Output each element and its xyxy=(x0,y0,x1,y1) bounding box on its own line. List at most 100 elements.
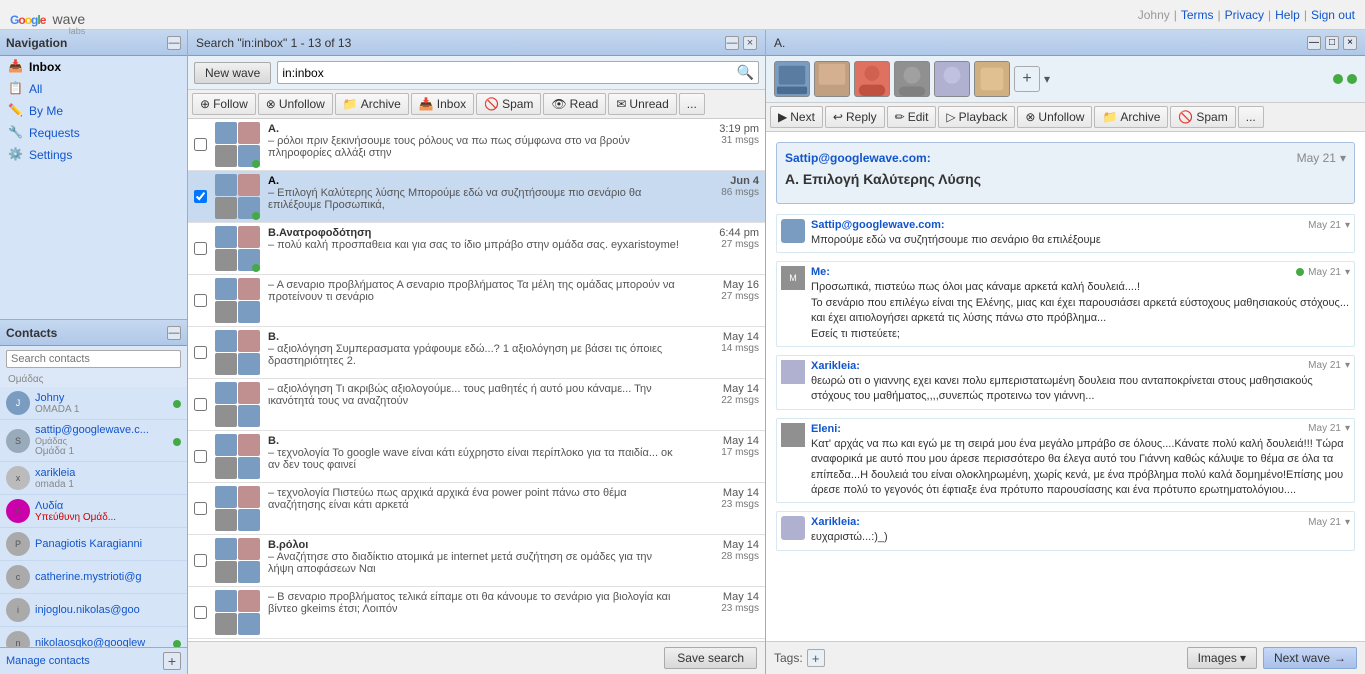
wave-checkbox[interactable] xyxy=(194,346,207,359)
list-item[interactable]: Λ Λυδία Υπεύθυνη Ομάδ... xyxy=(0,495,187,528)
table-row[interactable]: Β.Ανατροφοδότηση – πολύ καλή προσπαθεια … xyxy=(188,223,765,275)
participant-dropdown[interactable]: ▾ xyxy=(1044,72,1050,86)
list-item[interactable]: c catherine.mystrioti@g xyxy=(0,561,187,594)
add-tag-button[interactable]: + xyxy=(807,649,825,667)
search-input[interactable] xyxy=(282,66,736,80)
message-block-main: Sattip@googlewave.com: May 21 ▾ Α. Επιλο… xyxy=(776,142,1355,204)
more-button[interactable]: ... xyxy=(679,93,705,115)
table-row[interactable]: Β.ρόλοι – Αναζήτησε στο διαδίκτιο ατομικ… xyxy=(188,535,765,587)
wave-list-close-btn[interactable]: × xyxy=(743,36,757,50)
nav-minimize-btn[interactable]: — xyxy=(167,36,181,50)
sidebar-item-settings[interactable]: ⚙️ Settings xyxy=(0,144,187,166)
edit-button[interactable]: ✏ Edit xyxy=(887,106,937,128)
wave-checkbox[interactable] xyxy=(194,138,207,151)
participant-avatar-5[interactable] xyxy=(934,61,970,97)
msg-expand-icon[interactable]: ▾ xyxy=(1345,423,1350,434)
table-row[interactable]: Β. – αξιολόγηση Συμπερασματα γράφουμε εδ… xyxy=(188,327,765,379)
participant-avatar-3[interactable] xyxy=(854,61,890,97)
playback-button[interactable]: ▷ Playback xyxy=(938,106,1015,128)
search-icon[interactable]: 🔍 xyxy=(737,64,754,81)
wave-checkbox[interactable] xyxy=(194,554,207,567)
table-row[interactable]: – αξιολόγηση Τι ακριβώς αξιολογούμε... τ… xyxy=(188,379,765,431)
avatar xyxy=(215,590,237,612)
unread-button[interactable]: ✉ Unread xyxy=(608,93,676,115)
wave-checkbox[interactable] xyxy=(194,190,207,203)
detail-spam-button[interactable]: 🚫 Spam xyxy=(1170,106,1235,128)
msg-expand-icon[interactable]: ▾ xyxy=(1345,360,1350,371)
user-area: Johny | Terms | Privacy | Help | Sign ou… xyxy=(1138,8,1355,22)
table-row[interactable]: Β. – τεχνολογία Το google wave είναι κάτ… xyxy=(188,431,765,483)
wave-detail-minimize-btn[interactable]: — xyxy=(1307,36,1321,50)
table-row[interactable]: A. – ρόλοι πριν ξεκινήσουμε τους ρόλους … xyxy=(188,119,765,171)
next-wave-button[interactable]: Next wave → xyxy=(1263,647,1357,669)
participant-avatar-1[interactable] xyxy=(774,61,810,97)
msg-expand-icon[interactable]: ▾ xyxy=(1340,151,1346,165)
inline-message-4: Eleni: May 21 ▾ Κατ' αρχάς να πω και εγώ… xyxy=(776,418,1355,504)
unread-icon: ✉ xyxy=(616,97,626,111)
table-row[interactable]: – τεχνολογία Πιστεύω πως αρχικά αρχικά έ… xyxy=(188,483,765,535)
detail-archive-button[interactable]: 📁 Archive xyxy=(1094,106,1168,128)
unfollow-button[interactable]: ⊗ Unfollow xyxy=(258,93,333,115)
wave-detail-expand-btn[interactable]: □ xyxy=(1325,36,1339,50)
add-participant-button[interactable]: + xyxy=(1014,66,1040,92)
participant-avatar-6[interactable] xyxy=(974,61,1010,97)
msg-expand-icon[interactable]: ▾ xyxy=(1345,220,1350,231)
reply-button[interactable]: ↩ Reply xyxy=(825,106,885,128)
follow-button[interactable]: ⊕ Follow xyxy=(192,93,256,115)
wave-checkbox[interactable] xyxy=(194,242,207,255)
table-row[interactable]: – Α σεναριο προβλήματος Α σεναριο προβλή… xyxy=(188,275,765,327)
participant-avatar-4[interactable] xyxy=(894,61,930,97)
avatar xyxy=(215,249,237,271)
list-item[interactable]: S sattip@googlewave.c... Ομάδας Ομάδα 1 xyxy=(0,420,187,462)
wave-checkbox[interactable] xyxy=(194,294,207,307)
table-row[interactable]: – Β σεναριο προβλήματος τελικά είπαμε οτ… xyxy=(188,587,765,639)
playback-icon: ▷ xyxy=(946,110,955,124)
list-item[interactable]: P Panagiotis Karagianni xyxy=(0,528,187,561)
avatar xyxy=(215,405,237,427)
spam-button[interactable]: 🚫 Spam xyxy=(476,93,541,115)
avatar: S xyxy=(6,429,30,453)
wave-checkbox[interactable] xyxy=(194,450,207,463)
wave-checkbox[interactable] xyxy=(194,398,207,411)
table-row[interactable]: May 14 1 msg xyxy=(188,639,765,641)
wave-detail-header: A. — □ × xyxy=(766,30,1365,56)
terms-link[interactable]: Terms xyxy=(1181,8,1214,22)
manage-contacts-link[interactable]: Manage contacts xyxy=(6,655,90,667)
read-button[interactable]: 👁 Read xyxy=(543,93,606,115)
msg-sender-label: Sattip@googlewave.com: xyxy=(785,151,931,165)
list-item[interactable]: x xarikleia omada 1 xyxy=(0,462,187,495)
wave-checkbox[interactable] xyxy=(194,502,207,515)
signout-link[interactable]: Sign out xyxy=(1311,8,1355,22)
list-item[interactable]: J Johny OMADA 1 xyxy=(0,387,187,420)
add-contact-button[interactable]: + xyxy=(163,652,181,670)
inbox-button[interactable]: 📥 Inbox xyxy=(411,93,474,115)
privacy-link[interactable]: Privacy xyxy=(1225,8,1264,22)
table-row[interactable]: A. – Επιλογή Καλύτερης λύσης Μπορούμε εδ… xyxy=(188,171,765,223)
next-button[interactable]: ▶ Next xyxy=(770,106,823,128)
sidebar-item-byme[interactable]: ✏️ By Me xyxy=(0,100,187,122)
msg-expand-icon[interactable]: ▾ xyxy=(1345,267,1350,278)
next-icon: ▶ xyxy=(778,110,787,124)
sidebar-item-inbox[interactable]: 📥 Inbox xyxy=(0,56,187,78)
online-indicator xyxy=(1347,74,1357,84)
wave-list-minimize-btn[interactable]: — xyxy=(725,36,739,50)
participant-avatar-2[interactable] xyxy=(814,61,850,97)
wave-checkbox[interactable] xyxy=(194,606,207,619)
sidebar-item-all[interactable]: 📋 All xyxy=(0,78,187,100)
contacts-minimize-btn[interactable]: — xyxy=(167,326,181,340)
detail-more-button[interactable]: ... xyxy=(1238,106,1264,128)
list-item[interactable]: n nikolaosgko@googlew xyxy=(0,627,187,647)
msg-expand-icon[interactable]: ▾ xyxy=(1345,517,1350,528)
help-link[interactable]: Help xyxy=(1275,8,1300,22)
archive-button[interactable]: 📁 Archive xyxy=(335,93,409,115)
list-item[interactable]: i injoglou.nikolas@goo xyxy=(0,594,187,627)
images-button[interactable]: Images ▾ xyxy=(1187,647,1257,669)
wave-time: May 14 xyxy=(723,383,759,395)
save-search-button[interactable]: Save search xyxy=(664,647,757,669)
wave-detail-close-btn[interactable]: × xyxy=(1343,36,1357,50)
new-wave-button[interactable]: New wave xyxy=(194,62,271,84)
sidebar-item-requests[interactable]: 🔧 Requests xyxy=(0,122,187,144)
detail-unfollow-button[interactable]: ⊗ Unfollow xyxy=(1017,106,1092,128)
avatar xyxy=(238,301,260,323)
search-contacts-input[interactable] xyxy=(6,350,181,368)
